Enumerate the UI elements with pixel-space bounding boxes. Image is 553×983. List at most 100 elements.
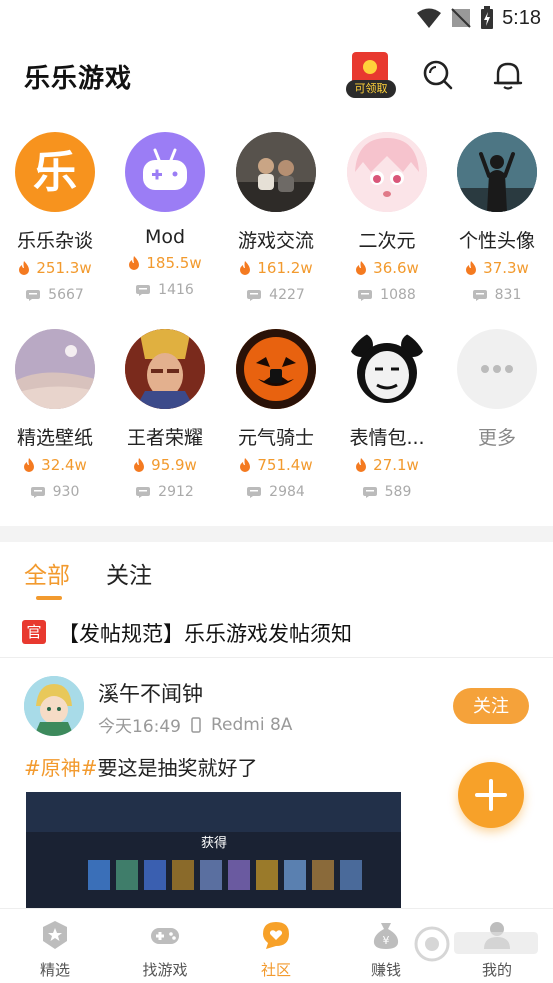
category-heat: 95.9w <box>110 456 220 474</box>
active-tab-indicator <box>36 596 62 600</box>
category-avatar <box>236 132 316 212</box>
category-heat: 251.3w <box>0 259 110 277</box>
comment-icon <box>26 289 41 301</box>
category-stickers[interactable]: 表情包... 27.1w 589 <box>332 329 442 500</box>
category-post-count: 831 <box>442 287 552 303</box>
nav-label: 找游戏 <box>142 961 188 979</box>
red-packet-button[interactable]: 可领取 <box>344 52 396 102</box>
category-heat: 32.4w <box>0 456 110 474</box>
category-post-count: 2984 <box>221 484 331 500</box>
category-honor-of-kings[interactable]: 王者荣耀 95.9w 2912 <box>110 329 220 500</box>
flame-icon <box>356 261 367 275</box>
category-post-count: 1088 <box>332 287 442 303</box>
flame-icon <box>134 458 145 472</box>
lele-logo-icon: 乐 <box>33 147 77 198</box>
category-post-count: 589 <box>332 484 442 500</box>
battery-icon <box>481 6 494 29</box>
status-bar: 5:18 <box>0 0 553 40</box>
category-name: 表情包... <box>349 427 425 449</box>
category-post-count: 4227 <box>221 287 331 303</box>
gamepad-icon <box>151 928 179 944</box>
comment-icon <box>472 289 487 301</box>
category-post-count: 2912 <box>110 484 220 500</box>
tab-following[interactable]: 关注 <box>106 556 152 590</box>
nav-featured[interactable]: 精选 <box>15 919 95 980</box>
flame-icon <box>356 458 367 472</box>
search-icon[interactable] <box>421 58 455 92</box>
pumpkin-photo <box>236 329 316 409</box>
flame-icon <box>19 261 30 275</box>
coin-icon <box>363 60 377 74</box>
category-heat: 27.1w <box>332 456 442 474</box>
bell-icon[interactable] <box>491 58 525 92</box>
star-badge-icon <box>43 921 67 949</box>
phone-icon <box>191 716 201 733</box>
nav-label: 精选 <box>39 961 70 979</box>
post-image-caption: 获得 <box>201 835 227 851</box>
category-heat: 161.2w <box>221 259 331 277</box>
follow-button[interactable]: 关注 <box>453 688 529 724</box>
nav-community[interactable]: 社区 <box>236 919 316 980</box>
svg-text:乐: 乐 <box>33 147 77 198</box>
topic-tag[interactable]: #原神# <box>24 756 98 780</box>
create-post-button[interactable] <box>458 762 524 828</box>
flame-icon <box>129 256 140 270</box>
flame-icon <box>240 261 251 275</box>
category-heat: 751.4w <box>221 456 331 474</box>
post-content: #原神#要这是抽奖就好了 <box>24 752 258 781</box>
desert-photo <box>15 329 95 409</box>
category-avatar-style[interactable]: 个性头像 37.3w 831 <box>442 132 552 303</box>
category-avatar <box>15 329 95 409</box>
category-name: Mod <box>144 226 186 248</box>
category-heat: 185.5w <box>110 254 220 272</box>
category-mod[interactable]: Mod 185.5w 1416 <box>110 132 220 298</box>
app-title: 乐乐游戏 <box>24 64 133 94</box>
nav-find-games[interactable]: 找游戏 <box>125 919 205 980</box>
money-bag-icon: ¥ <box>373 923 399 949</box>
flame-icon <box>240 458 251 472</box>
nav-label: 社区 <box>260 961 291 979</box>
flame-icon <box>466 261 477 275</box>
post-image[interactable]: 获得 <box>26 792 401 912</box>
category-name: 个性头像 <box>458 230 535 252</box>
post-body: 要这是抽奖就好了 <box>97 756 258 780</box>
official-notice[interactable]: 官 【发帖规范】乐乐游戏发帖须知 <box>0 608 553 658</box>
plus-icon <box>475 779 507 811</box>
category-name: 乐乐杂谈 <box>16 230 93 252</box>
category-soul-knight[interactable]: 元气骑士 751.4w 2984 <box>221 329 331 500</box>
category-wallpaper[interactable]: 精选壁纸 32.4w 930 <box>0 329 110 500</box>
category-lele-chat[interactable]: 乐 乐乐杂谈 251.3w 5667 <box>0 132 110 303</box>
anime-girl-photo <box>347 132 427 212</box>
gamers-photo <box>236 132 316 212</box>
post-time: 今天16:49 <box>98 717 181 737</box>
category-anime[interactable]: 二次元 36.6w 1088 <box>332 132 442 303</box>
post-meta: 今天16:49 Redmi 8A <box>98 712 293 738</box>
tab-all[interactable]: 全部 <box>24 556 70 590</box>
category-game-chat[interactable]: 游戏交流 161.2w 4227 <box>221 132 331 303</box>
comment-icon <box>247 486 262 498</box>
gamepad-robot-icon <box>143 148 187 190</box>
avatar[interactable] <box>24 676 84 736</box>
category-avatar <box>347 329 427 409</box>
category-avatar: 乐 <box>15 132 95 212</box>
category-post-count: 930 <box>0 484 110 500</box>
category-post-count: 1416 <box>110 282 220 298</box>
svg-text:¥: ¥ <box>383 934 390 947</box>
category-heat: 37.3w <box>442 259 552 277</box>
comment-icon <box>136 284 151 296</box>
comment-icon <box>136 486 151 498</box>
comment-icon <box>247 289 262 301</box>
username[interactable]: 溪午不闻钟 <box>98 678 203 708</box>
wifi-icon <box>417 8 442 28</box>
post-device: Redmi 8A <box>211 714 293 735</box>
category-avatar <box>236 329 316 409</box>
category-avatar <box>347 132 427 212</box>
category-name: 元气骑士 <box>237 427 314 449</box>
category-more[interactable]: 更多 <box>442 329 552 450</box>
category-avatar <box>125 329 205 409</box>
game-hero-photo <box>125 329 205 409</box>
flame-icon <box>24 458 35 472</box>
category-name: 精选壁纸 <box>16 427 93 449</box>
red-packet-label: 可领取 <box>346 80 396 98</box>
app-header: 乐乐游戏 可领取 <box>0 44 553 108</box>
